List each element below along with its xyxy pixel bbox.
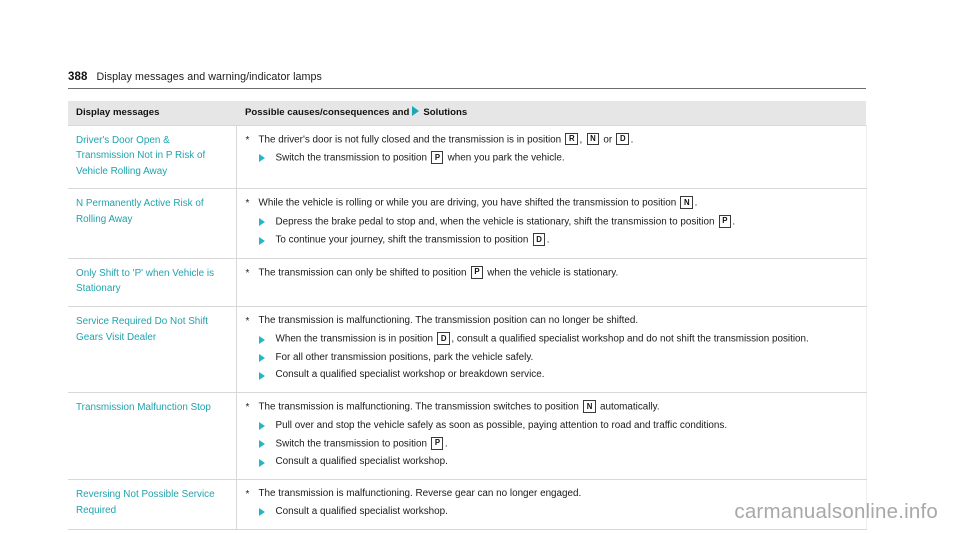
solution-arrow-icon [258, 455, 276, 467]
solution-item: When the transmission is in position D, … [246, 332, 860, 347]
cause-bullet-icon: * [245, 198, 250, 210]
running-header: 388 Display messages and warning/indicat… [68, 71, 866, 83]
column-header-causes-solutions: Possible causes/consequences and Solution… [236, 101, 866, 125]
table-row: N Permanently Active Risk of Rolling Awa… [68, 188, 867, 259]
page-title: Display messages and warning/indicator l… [96, 71, 322, 83]
causes-solutions-cell: * The transmission is malfunctioning. The… [236, 306, 867, 394]
table-row: Transmission Malfunction Stop * The transm… [68, 392, 867, 480]
solution-text: To continue your journey, shift the tran… [275, 233, 550, 247]
solution-arrow-icon [258, 332, 276, 344]
table-row: Service Required Do Not Shift Gears Visi… [68, 306, 867, 394]
transmission-position-n: N [583, 400, 596, 414]
table-row: Only Shift to 'P' when Vehicle is Statio… [68, 258, 867, 308]
causes-solutions-cell: * While the vehicle is rolling or while y… [236, 188, 867, 259]
display-message-name: Driver's Door Open & Transmission Not in… [76, 134, 206, 177]
solution-arrow-icon [258, 419, 276, 431]
solution-arrow-icon [258, 505, 276, 517]
message-cell: N Permanently Active Risk of Rolling Awa… [68, 188, 237, 259]
display-messages-table: Display messages Possible causes/consequ… [68, 101, 867, 530]
cause-text: While the vehicle is rolling or while yo… [258, 196, 698, 210]
causes-solutions-cell: * The transmission is malfunctioning. The… [236, 392, 867, 480]
message-cell: Transmission Malfunction Stop [68, 392, 237, 480]
cause-text: The transmission is malfunctioning. The … [258, 400, 660, 414]
display-message-name: Transmission Malfunction Stop [76, 402, 211, 414]
cause-item: * The driver's door is not fully closed a… [245, 132, 860, 148]
causes-solutions-cell: * The transmission can only be shifted to… [236, 258, 867, 308]
solution-arrow-icon [258, 151, 276, 163]
cause-item: * The transmission is malfunctioning. The… [246, 314, 860, 329]
solution-item: To continue your journey, shift the tran… [246, 233, 860, 248]
table-header-row: Display messages Possible causes/consequ… [68, 101, 866, 125]
solution-text: Consult a qualified specialist workshop … [275, 369, 545, 381]
solution-item: Switch the transmission to position P. [246, 436, 860, 452]
table-body: Driver's Door Open & Transmission Not in… [68, 124, 867, 530]
solution-text: When the transmission is in position D, … [275, 332, 809, 346]
display-message-name: Only Shift to 'P' when Vehicle is Statio… [76, 267, 215, 295]
page-number: 388 [68, 71, 88, 83]
message-cell: Reversing Not Possible Service Required [68, 479, 237, 530]
column-header-display-messages: Display messages [68, 101, 236, 125]
solution-text: Switch the transmission to position P. [275, 436, 448, 450]
message-cell: Driver's Door Open & Transmission Not in… [68, 124, 237, 190]
transmission-position-p: P [431, 150, 444, 164]
cause-text: The transmission is malfunctioning. The … [258, 315, 639, 327]
solution-text: Switch the transmission to position P wh… [275, 150, 565, 164]
solution-arrow-icon [258, 215, 276, 227]
transmission-position-p: P [470, 265, 483, 279]
solution-text: Depress the brake pedal to stop and, whe… [275, 214, 736, 228]
solution-item: For all other transmission positions, pa… [246, 351, 860, 366]
site-watermark: carmanualsonline.info [734, 500, 938, 523]
solution-text: Pull over and stop the vehicle safely as… [275, 419, 728, 431]
solution-item: Pull over and stop the vehicle safely as… [246, 419, 860, 434]
cause-item: * While the vehicle is rolling or while y… [246, 196, 860, 211]
causes-solutions-cell: * The driver's door is not fully closed a… [236, 124, 867, 190]
cause-bullet-icon: * [245, 402, 250, 414]
cause-bullet-icon: * [245, 488, 250, 500]
message-cell: Only Shift to 'P' when Vehicle is Statio… [68, 258, 237, 308]
solution-arrow-icon [258, 233, 276, 245]
column-header-solutions-text: Solutions [423, 107, 468, 118]
display-message-name: N Permanently Active Risk of Rolling Awa… [76, 198, 204, 226]
cause-bullet-icon: * [245, 267, 250, 279]
solution-arrow-icon [412, 106, 420, 116]
manual-page: 388 Display messages and warning/indicat… [0, 0, 960, 533]
transmission-position-d: D [437, 332, 450, 346]
solution-item: Consult a qualified specialist workshop. [246, 455, 860, 470]
cause-item: * The transmission is malfunctioning. The… [246, 400, 860, 415]
cause-text: The transmission can only be shifted to … [258, 265, 619, 279]
display-message-name: Reversing Not Possible Service Required [76, 488, 215, 516]
header-divider [68, 88, 866, 89]
transmission-position-n: N [586, 132, 600, 146]
column-header-causes-text: Possible causes/consequences and [245, 107, 410, 118]
solution-item: Depress the brake pedal to stop and, whe… [246, 214, 860, 230]
solution-text: For all other transmission positions, pa… [275, 351, 534, 363]
cause-bullet-icon: * [245, 134, 250, 146]
solution-arrow-icon [258, 368, 276, 380]
display-message-name: Service Required Do Not Shift Gears Visi… [76, 316, 209, 343]
solution-item: Consult a qualified specialist workshop … [246, 368, 860, 383]
solution-item: Switch the transmission to position P wh… [246, 150, 860, 166]
transmission-position-n: N [680, 196, 694, 210]
transmission-position-d: D [532, 233, 546, 247]
solution-arrow-icon [258, 351, 276, 363]
cause-item: * The transmission can only be shifted to… [245, 265, 860, 281]
solution-arrow-icon [258, 437, 276, 449]
transmission-position-r: R [565, 132, 579, 146]
transmission-position-p: P [431, 436, 444, 450]
message-cell: Service Required Do Not Shift Gears Visi… [68, 306, 237, 394]
table-row: Driver's Door Open & Transmission Not in… [68, 124, 867, 190]
transmission-position-p: P [718, 214, 731, 228]
cause-bullet-icon: * [245, 316, 250, 328]
solution-text: Consult a qualified specialist workshop. [275, 456, 448, 467]
cause-text: The driver's door is not fully closed an… [258, 132, 634, 146]
transmission-position-d: D [616, 132, 630, 146]
